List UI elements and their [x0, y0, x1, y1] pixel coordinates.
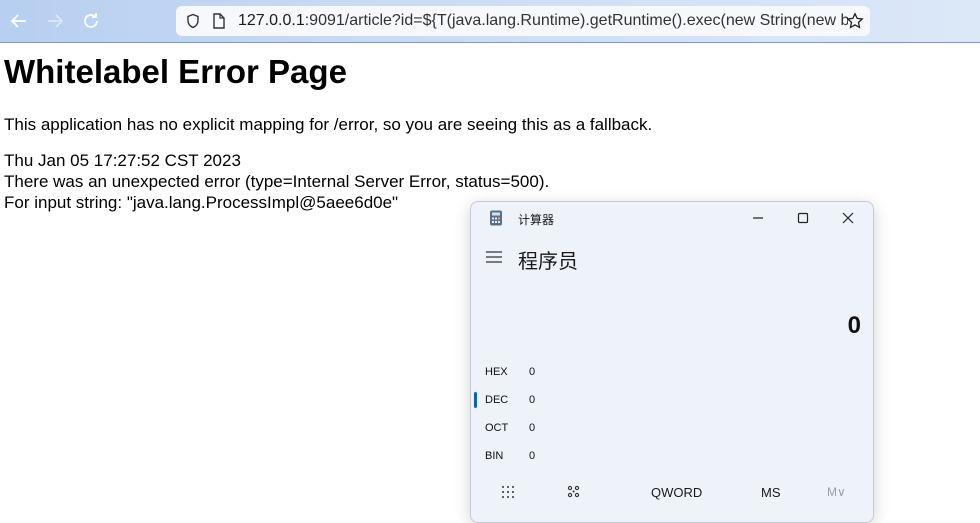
- error-timestamp: Thu Jan 05 17:27:52 CST 2023: [4, 151, 241, 170]
- base-value-bin: 0: [529, 450, 536, 462]
- base-label-hex: HEX: [485, 366, 508, 378]
- full-keypad-button[interactable]: [501, 480, 515, 504]
- page-icon[interactable]: [210, 12, 228, 30]
- calculator-window[interactable]: 计算器 程序员 0 HEX 0 DEC 0 OCT 0 BIN 0 QWORD …: [470, 201, 874, 523]
- minimize-button[interactable]: [735, 206, 781, 230]
- calculator-window-title: 计算器: [518, 213, 555, 227]
- base-value-dec: 0: [529, 394, 536, 406]
- browser-toolbar: 127.0.0.1:9091/article?id=${T(java.lang.…: [0, 0, 980, 43]
- base-label-oct: OCT: [485, 422, 509, 434]
- minimize-icon: [753, 217, 763, 219]
- base-row-bin[interactable]: BIN 0: [485, 446, 535, 466]
- page-title: Whitelabel Error Page: [4, 53, 347, 90]
- base-label-dec: DEC: [485, 394, 509, 406]
- memory-view-button[interactable]: M∨: [827, 480, 846, 504]
- base-row-dec[interactable]: DEC 0: [485, 390, 535, 410]
- address-bar[interactable]: 127.0.0.1:9091/article?id=${T(java.lang.…: [176, 6, 870, 36]
- maximize-icon: [797, 212, 809, 224]
- calculator-mode-title: 程序员: [518, 251, 578, 273]
- base-row-oct[interactable]: OCT 0: [485, 418, 535, 438]
- error-status-line: There was an unexpected error (type=Inte…: [4, 172, 550, 191]
- shield-icon[interactable]: [184, 12, 202, 30]
- reload-icon: [84, 13, 98, 28]
- base-value-hex: 0: [529, 366, 536, 378]
- base-value-oct: 0: [529, 422, 536, 434]
- close-icon: [842, 212, 854, 224]
- page-content: Whitelabel Error Page This application h…: [4, 52, 652, 213]
- maximize-button[interactable]: [780, 206, 826, 230]
- back-button[interactable]: [7, 9, 31, 33]
- calculator-titlebar[interactable]: 计算器: [471, 202, 873, 234]
- forward-arrow-icon: [48, 14, 64, 28]
- bookmark-star-icon[interactable]: [846, 12, 864, 30]
- fallback-message: This application has no explicit mapping…: [4, 115, 653, 134]
- keypad-grid-icon: [502, 486, 514, 498]
- base-label-bin: BIN: [485, 450, 504, 462]
- forward-button[interactable]: [43, 9, 67, 33]
- url-text[interactable]: 127.0.0.1:9091/article?id=${T(java.lang.…: [238, 12, 848, 30]
- word-size-button[interactable]: QWORD: [651, 480, 702, 504]
- calculator-display: 0: [847, 312, 861, 339]
- bit-keypad-icon: [567, 485, 580, 498]
- back-arrow-icon: [10, 14, 26, 28]
- url-host: 127.0.0.1: [238, 12, 305, 29]
- hamburger-icon: [486, 251, 502, 263]
- menu-button[interactable]: [486, 250, 502, 263]
- base-row-hex[interactable]: HEX 0: [485, 362, 535, 382]
- reload-button[interactable]: [79, 9, 103, 33]
- memory-store-button[interactable]: MS: [761, 480, 781, 504]
- selected-base-indicator: [474, 392, 477, 408]
- calculator-bottom-toolbar: QWORD MS M∨: [471, 480, 873, 504]
- url-path: :9091/article?id=${T(java.lang.Runtime).…: [304, 12, 848, 29]
- close-button[interactable]: [825, 206, 871, 230]
- calculator-app-icon: [489, 210, 503, 226]
- bit-toggle-keypad-button[interactable]: [567, 480, 581, 504]
